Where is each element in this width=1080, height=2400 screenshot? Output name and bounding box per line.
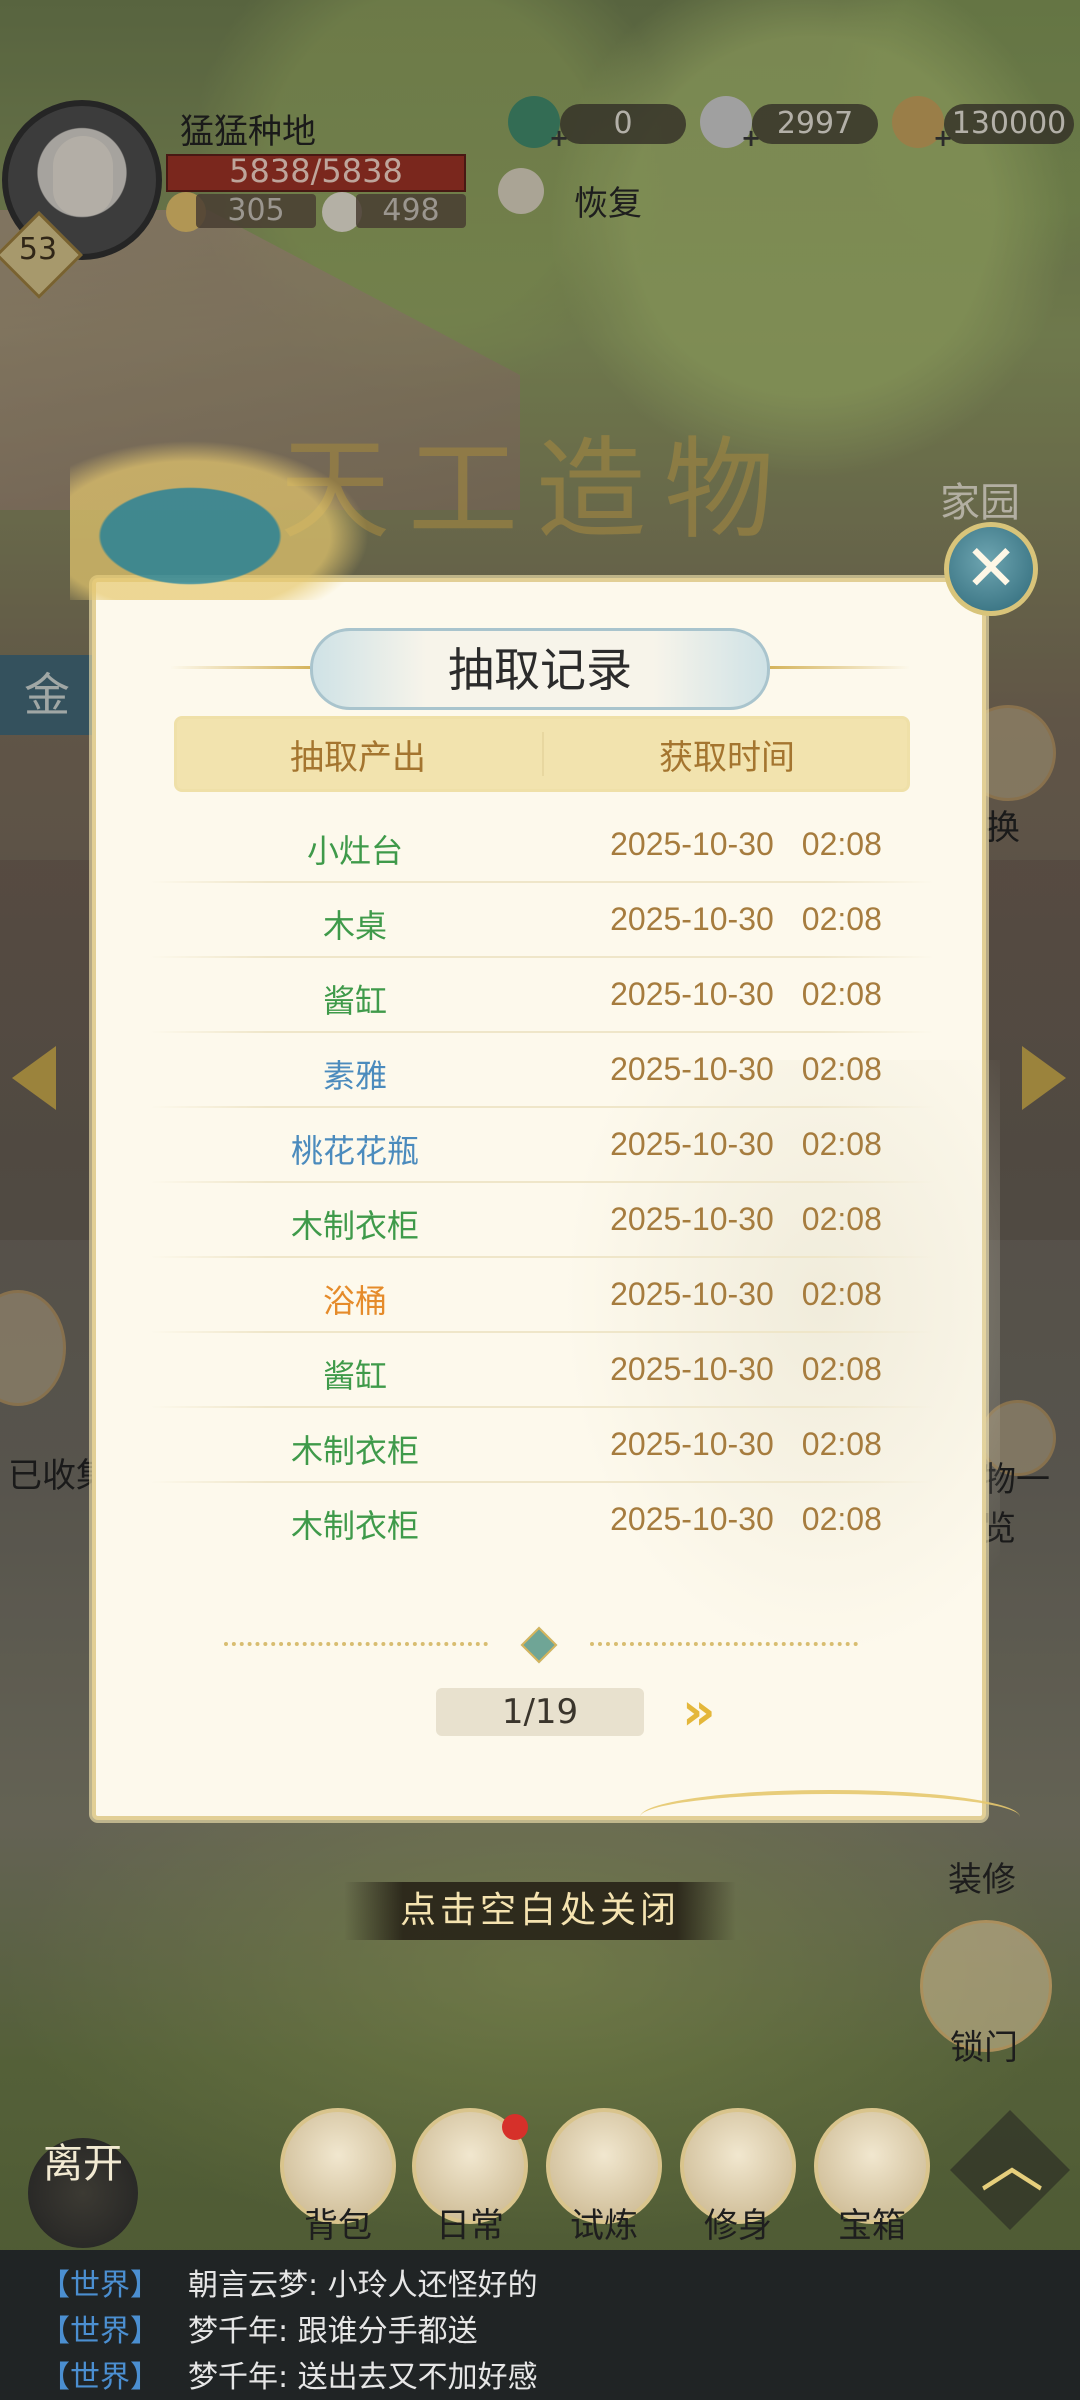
record-date: 2025-10-30 [610,1126,774,1162]
close-icon[interactable]: ✕ [944,522,1038,616]
record-date: 2025-10-30 [610,976,774,1012]
record-clock: 02:08 [801,1426,882,1462]
chat-message: 梦千年: 送出去又不加好感 [188,2360,538,2395]
record-clock: 02:08 [801,1351,882,1387]
record-row: 浴桶 2025-10-30 02:08 [150,1258,934,1333]
record-clock: 02:08 [801,1051,882,1087]
record-item: 木制衣柜 [290,1207,419,1245]
nav-cultivate-label[interactable]: 修身 [680,2198,796,2247]
record-clock: 02:08 [801,1501,882,1537]
record-date: 2025-10-30 [610,1276,774,1312]
divider-dots-right [590,1642,858,1652]
record-row: 木制衣柜 2025-10-30 02:08 [150,1483,934,1558]
record-item: 素雅 [322,1057,387,1095]
lock-door-label[interactable]: 锁门 [950,2020,1018,2069]
chat-message: 梦千年: 跟谁分手都送 [188,2314,478,2349]
record-row: 酱缸 2025-10-30 02:08 [150,958,934,1033]
record-time: 2025-10-30 02:08 [558,976,934,1013]
page-indicator: 1/19 [436,1688,644,1736]
record-clock: 02:08 [801,976,882,1012]
nav-chest-label[interactable]: 宝箱 [814,2198,930,2247]
title-line-left [170,666,310,669]
record-item: 桃花花瓶 [290,1132,419,1170]
record-date: 2025-10-30 [610,826,774,862]
world-chat-panel[interactable]: 【世界】 朝言云梦: 小玲人还怪好的 【世界】 梦千年: 跟谁分手都送 【世界】 梦千… [0,2250,1080,2400]
record-item: 木桌 [322,907,387,945]
record-row: 木制衣柜 2025-10-30 02:08 [150,1183,934,1258]
record-row: 酱缸 2025-10-30 02:08 [150,1333,934,1408]
dialog-title: 抽取记录 [448,643,632,697]
record-time: 2025-10-30 02:08 [558,1351,934,1388]
record-time: 2025-10-30 02:08 [558,1126,934,1163]
record-time: 2025-10-30 02:08 [558,1501,934,1538]
chat-channel: 【世界】 [40,2314,160,2349]
record-time: 2025-10-30 02:08 [558,1201,934,1238]
next-page-icon[interactable]: » [682,1686,716,1738]
record-clock: 02:08 [801,1276,882,1312]
record-date: 2025-10-30 [610,1201,774,1237]
mountain-decoration [70,440,370,600]
nav-backpack-label[interactable]: 背包 [280,2198,396,2247]
record-item: 酱缸 [322,982,387,1020]
record-row: 桃花花瓶 2025-10-30 02:08 [150,1108,934,1183]
column-header-time: 获取时间 [659,738,795,778]
nav-trial-label[interactable]: 试炼 [546,2198,662,2247]
record-time: 2025-10-30 02:08 [558,901,934,938]
chat-line: 【世界】 朝言云梦: 小玲人还怪好的 [40,2260,538,2304]
leave-button[interactable]: 离开 [28,2138,138,2248]
decorate-label[interactable]: 装修 [948,1852,1016,1901]
record-item: 木制衣柜 [290,1507,419,1545]
record-row: 木桌 2025-10-30 02:08 [150,883,934,958]
record-time: 2025-10-30 02:08 [558,1276,934,1313]
record-date: 2025-10-30 [610,1351,774,1387]
record-time: 2025-10-30 02:08 [558,826,934,863]
leave-label: 离开 [43,2141,123,2187]
gold-swirl-decoration [640,1790,1020,1844]
record-item: 酱缸 [322,1357,387,1395]
divider-dots-left [224,1642,488,1652]
record-date: 2025-10-30 [610,1501,774,1537]
record-time: 2025-10-30 02:08 [558,1426,934,1463]
record-item: 木制衣柜 [290,1432,419,1470]
record-date: 2025-10-30 [610,901,774,937]
record-time: 2025-10-30 02:08 [558,1051,934,1088]
chevron-up-icon: ︿ [980,2128,1044,2202]
chat-channel: 【世界】 [40,2360,160,2395]
title-line-right [770,666,910,669]
tap-to-close-hint: 点击空白处关闭 [344,1882,736,1940]
record-row: 木制衣柜 2025-10-30 02:08 [150,1408,934,1483]
chat-line: 【世界】 梦千年: 送出去又不加好感 [40,2352,538,2396]
record-date: 2025-10-30 [610,1051,774,1087]
record-clock: 02:08 [801,1126,882,1162]
record-row: 素雅 2025-10-30 02:08 [150,1033,934,1108]
chat-line: 【世界】 梦千年: 跟谁分手都送 [40,2306,478,2350]
record-row: 小灶台 2025-10-30 02:08 [150,808,934,883]
column-header-item: 抽取产出 [290,738,426,778]
record-clock: 02:08 [801,1201,882,1237]
daily-notification-dot [502,2114,528,2140]
record-item: 小灶台 [306,832,403,870]
record-clock: 02:08 [801,901,882,937]
record-clock: 02:08 [801,826,882,862]
nav-daily-label[interactable]: 日常 [412,2198,528,2247]
record-date: 2025-10-30 [610,1426,774,1462]
chat-message: 朝言云梦: 小玲人还怪好的 [188,2268,538,2303]
chat-channel: 【世界】 [40,2268,160,2303]
record-item: 浴桶 [322,1282,387,1320]
